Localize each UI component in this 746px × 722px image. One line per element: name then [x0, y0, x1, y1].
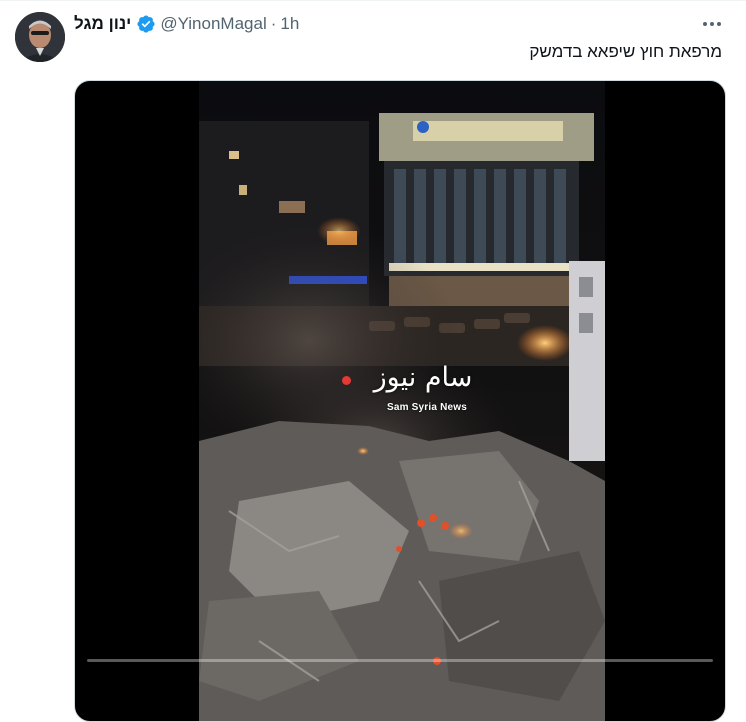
watermark-english: Sam Syria News — [386, 402, 468, 413]
top-divider — [0, 0, 746, 1]
video-player[interactable]: سام نيوز Sam Syria News — [74, 80, 726, 722]
verified-badge-icon — [137, 15, 155, 33]
video-progress-bar[interactable] — [87, 659, 713, 662]
more-horizontal-icon — [703, 22, 721, 26]
more-options-button[interactable] — [700, 14, 724, 34]
author-handle[interactable]: @YinonMagal — [160, 14, 266, 34]
tweet-timestamp[interactable]: 1h — [280, 14, 299, 34]
tweet-text: מרפאת חוץ שיפאא בדמשק — [529, 42, 722, 61]
video-frame[interactable]: سام نيوز Sam Syria News — [199, 81, 605, 721]
watermark-logo-dot — [342, 376, 351, 385]
video-scene-image — [199, 81, 605, 721]
meta-separator: · — [270, 14, 277, 33]
author-avatar[interactable] — [15, 12, 65, 62]
tweet-header: ינון מגל @YinonMagal · 1h — [74, 13, 299, 35]
author-name[interactable]: ינון מגל — [74, 14, 131, 34]
watermark-arabic: سام نيوز — [373, 362, 473, 393]
avatar-photo — [15, 12, 65, 62]
